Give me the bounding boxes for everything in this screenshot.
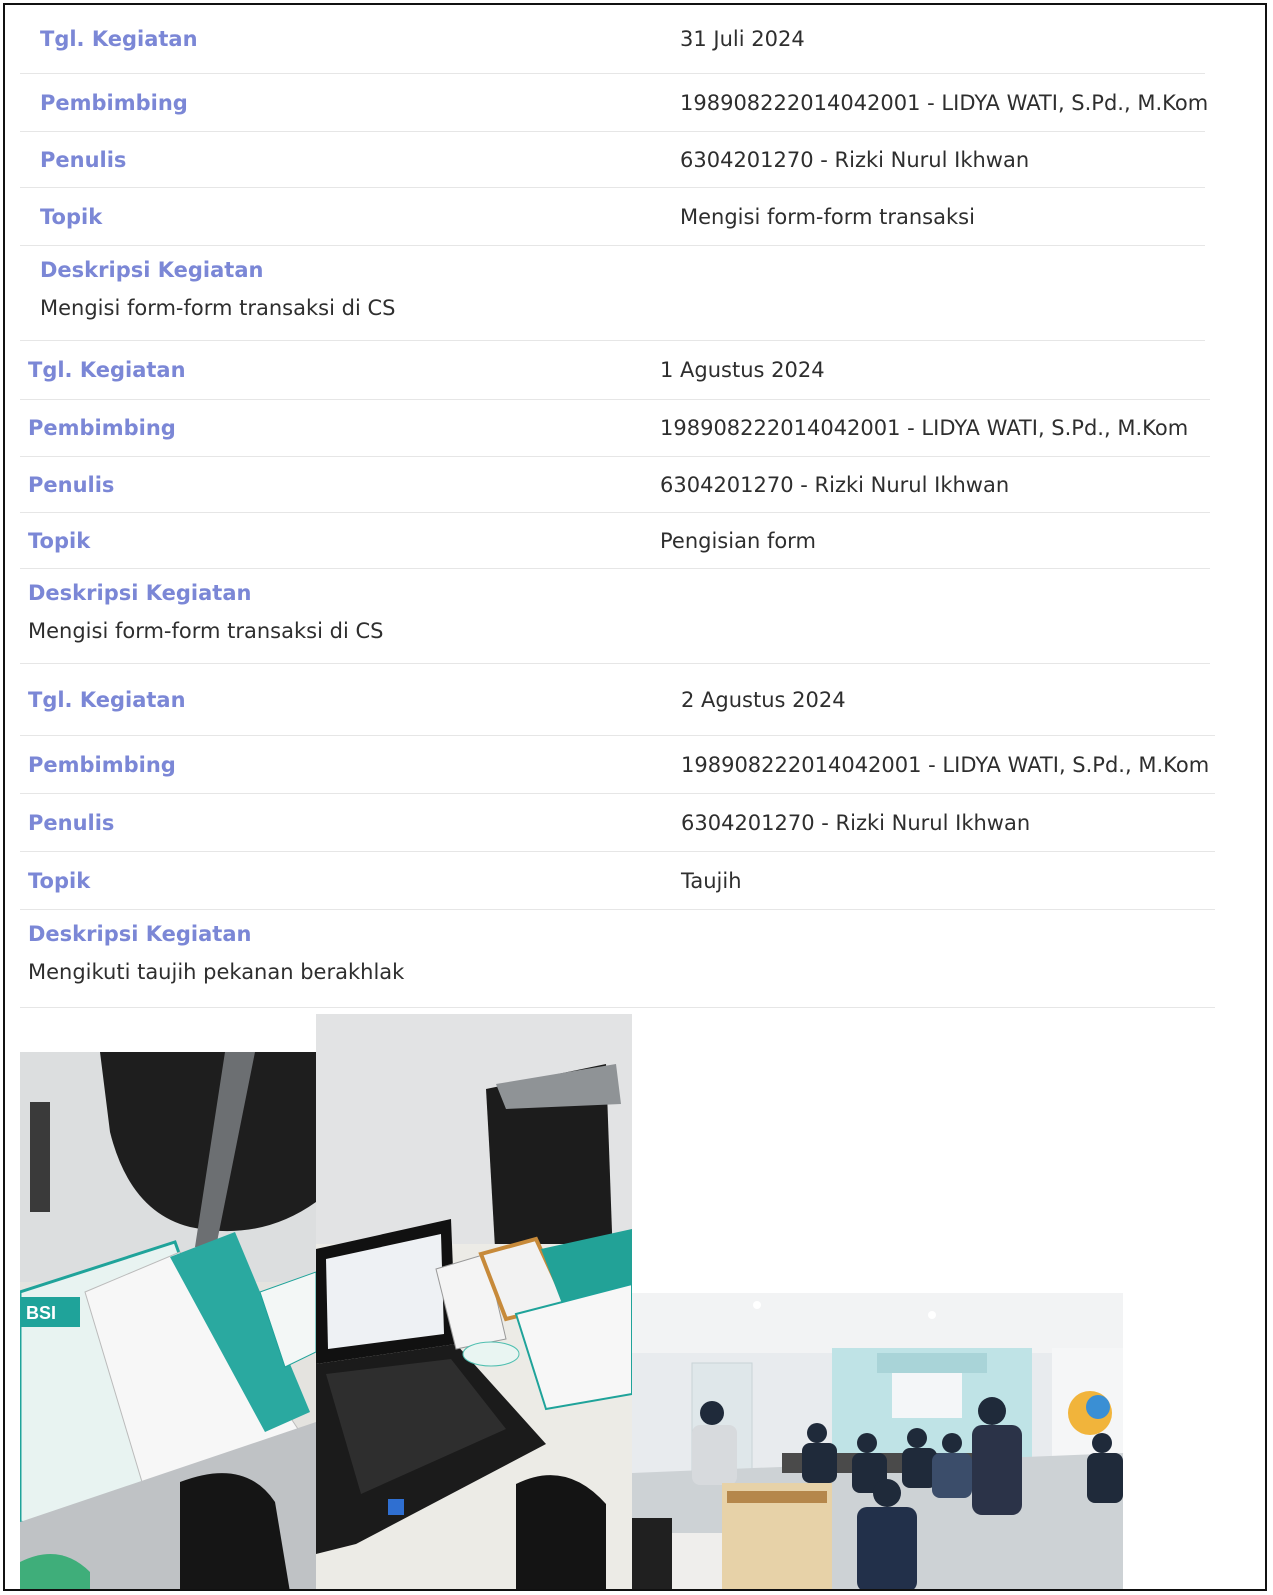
supervisor-row: Pembimbing 198908222014042001 - LIDYA WA… <box>20 736 1215 794</box>
writer-value: 6304201270 - Rizki Nurul Ikhwan <box>680 147 1030 172</box>
writer-value: 6304201270 - Rizki Nurul Ikhwan <box>681 810 1031 835</box>
writer-label: Penulis <box>40 147 127 172</box>
description-row: Deskripsi Kegiatan Mengisi form-form tra… <box>20 246 1205 341</box>
supervisor-label: Pembimbing <box>28 416 176 440</box>
writer-row: Penulis 6304201270 - Rizki Nurul Ikhwan <box>20 457 1210 513</box>
supervisor-value: 198908222014042001 - LIDYA WATI, S.Pd., … <box>681 752 1210 777</box>
writer-row: Penulis 6304201270 - Rizki Nurul Ikhwan <box>20 132 1205 188</box>
description-value: Mengisi form-form transaksi di CS <box>28 619 384 643</box>
topic-label: Topik <box>28 868 91 893</box>
writer-value: 6304201270 - Rizki Nurul Ikhwan <box>660 472 1010 497</box>
supervisor-row: Pembimbing 198908222014042001 - LIDYA WA… <box>20 400 1210 457</box>
date-value: 2 Agustus 2024 <box>681 687 846 712</box>
topic-value: Pengisian form <box>660 528 816 553</box>
activity-photo-laptop <box>316 1014 632 1589</box>
date-row: Tgl. Kegiatan 2 Agustus 2024 <box>20 664 1215 736</box>
topic-label: Topik <box>28 528 91 553</box>
date-row: Tgl. Kegiatan 1 Agustus 2024 <box>20 341 1210 400</box>
date-value: 31 Juli 2024 <box>680 27 805 51</box>
description-row: Deskripsi Kegiatan Mengisi form-form tra… <box>20 569 1210 664</box>
description-label: Deskripsi Kegiatan <box>28 581 252 605</box>
supervisor-row: Pembimbing 198908222014042001 - LIDYA WA… <box>20 74 1209 132</box>
activity-photo-forms: BSI <box>20 1052 316 1589</box>
date-value: 1 Agustus 2024 <box>660 358 825 382</box>
activity-entry-3: Tgl. Kegiatan 2 Agustus 2024 Pembimbing … <box>20 664 1215 1008</box>
date-label: Tgl. Kegiatan <box>28 687 186 712</box>
writer-label: Penulis <box>28 810 115 835</box>
supervisor-value: 198908222014042001 - LIDYA WATI, S.Pd., … <box>660 416 1189 440</box>
description-value: Mengisi form-form transaksi di CS <box>40 296 396 320</box>
date-row: Tgl. Kegiatan 31 Juli 2024 <box>20 5 1205 74</box>
topic-row: Topik Pengisian form <box>20 513 1210 569</box>
writer-label: Penulis <box>28 472 115 497</box>
writer-row: Penulis 6304201270 - Rizki Nurul Ikhwan <box>20 794 1215 852</box>
topic-label: Topik <box>40 204 103 229</box>
topic-row: Topik Mengisi form-form transaksi <box>20 188 1205 246</box>
topic-value: Mengisi form-form transaksi <box>680 204 975 229</box>
date-label: Tgl. Kegiatan <box>40 27 198 51</box>
supervisor-label: Pembimbing <box>28 752 176 777</box>
activity-log-frame: Tgl. Kegiatan 31 Juli 2024 Pembimbing 19… <box>3 3 1267 1591</box>
topic-value: Taujih <box>681 868 742 893</box>
activity-entry-1: Tgl. Kegiatan 31 Juli 2024 Pembimbing 19… <box>20 5 1209 341</box>
description-value: Mengikuti taujih pekanan berakhlak <box>28 960 405 984</box>
description-label: Deskripsi Kegiatan <box>28 922 252 946</box>
activity-entry-2: Tgl. Kegiatan 1 Agustus 2024 Pembimbing … <box>20 341 1210 664</box>
bsi-logo-text: BSI <box>26 1303 56 1323</box>
topic-row: Topik Taujih <box>20 852 1215 910</box>
supervisor-value: 198908222014042001 - LIDYA WATI, S.Pd., … <box>680 90 1209 115</box>
description-row: Deskripsi Kegiatan Mengikuti taujih peka… <box>20 910 1215 1008</box>
activity-photo-meeting <box>632 1293 1123 1589</box>
supervisor-label: Pembimbing <box>40 90 188 115</box>
description-label: Deskripsi Kegiatan <box>40 258 264 282</box>
date-label: Tgl. Kegiatan <box>28 358 186 382</box>
